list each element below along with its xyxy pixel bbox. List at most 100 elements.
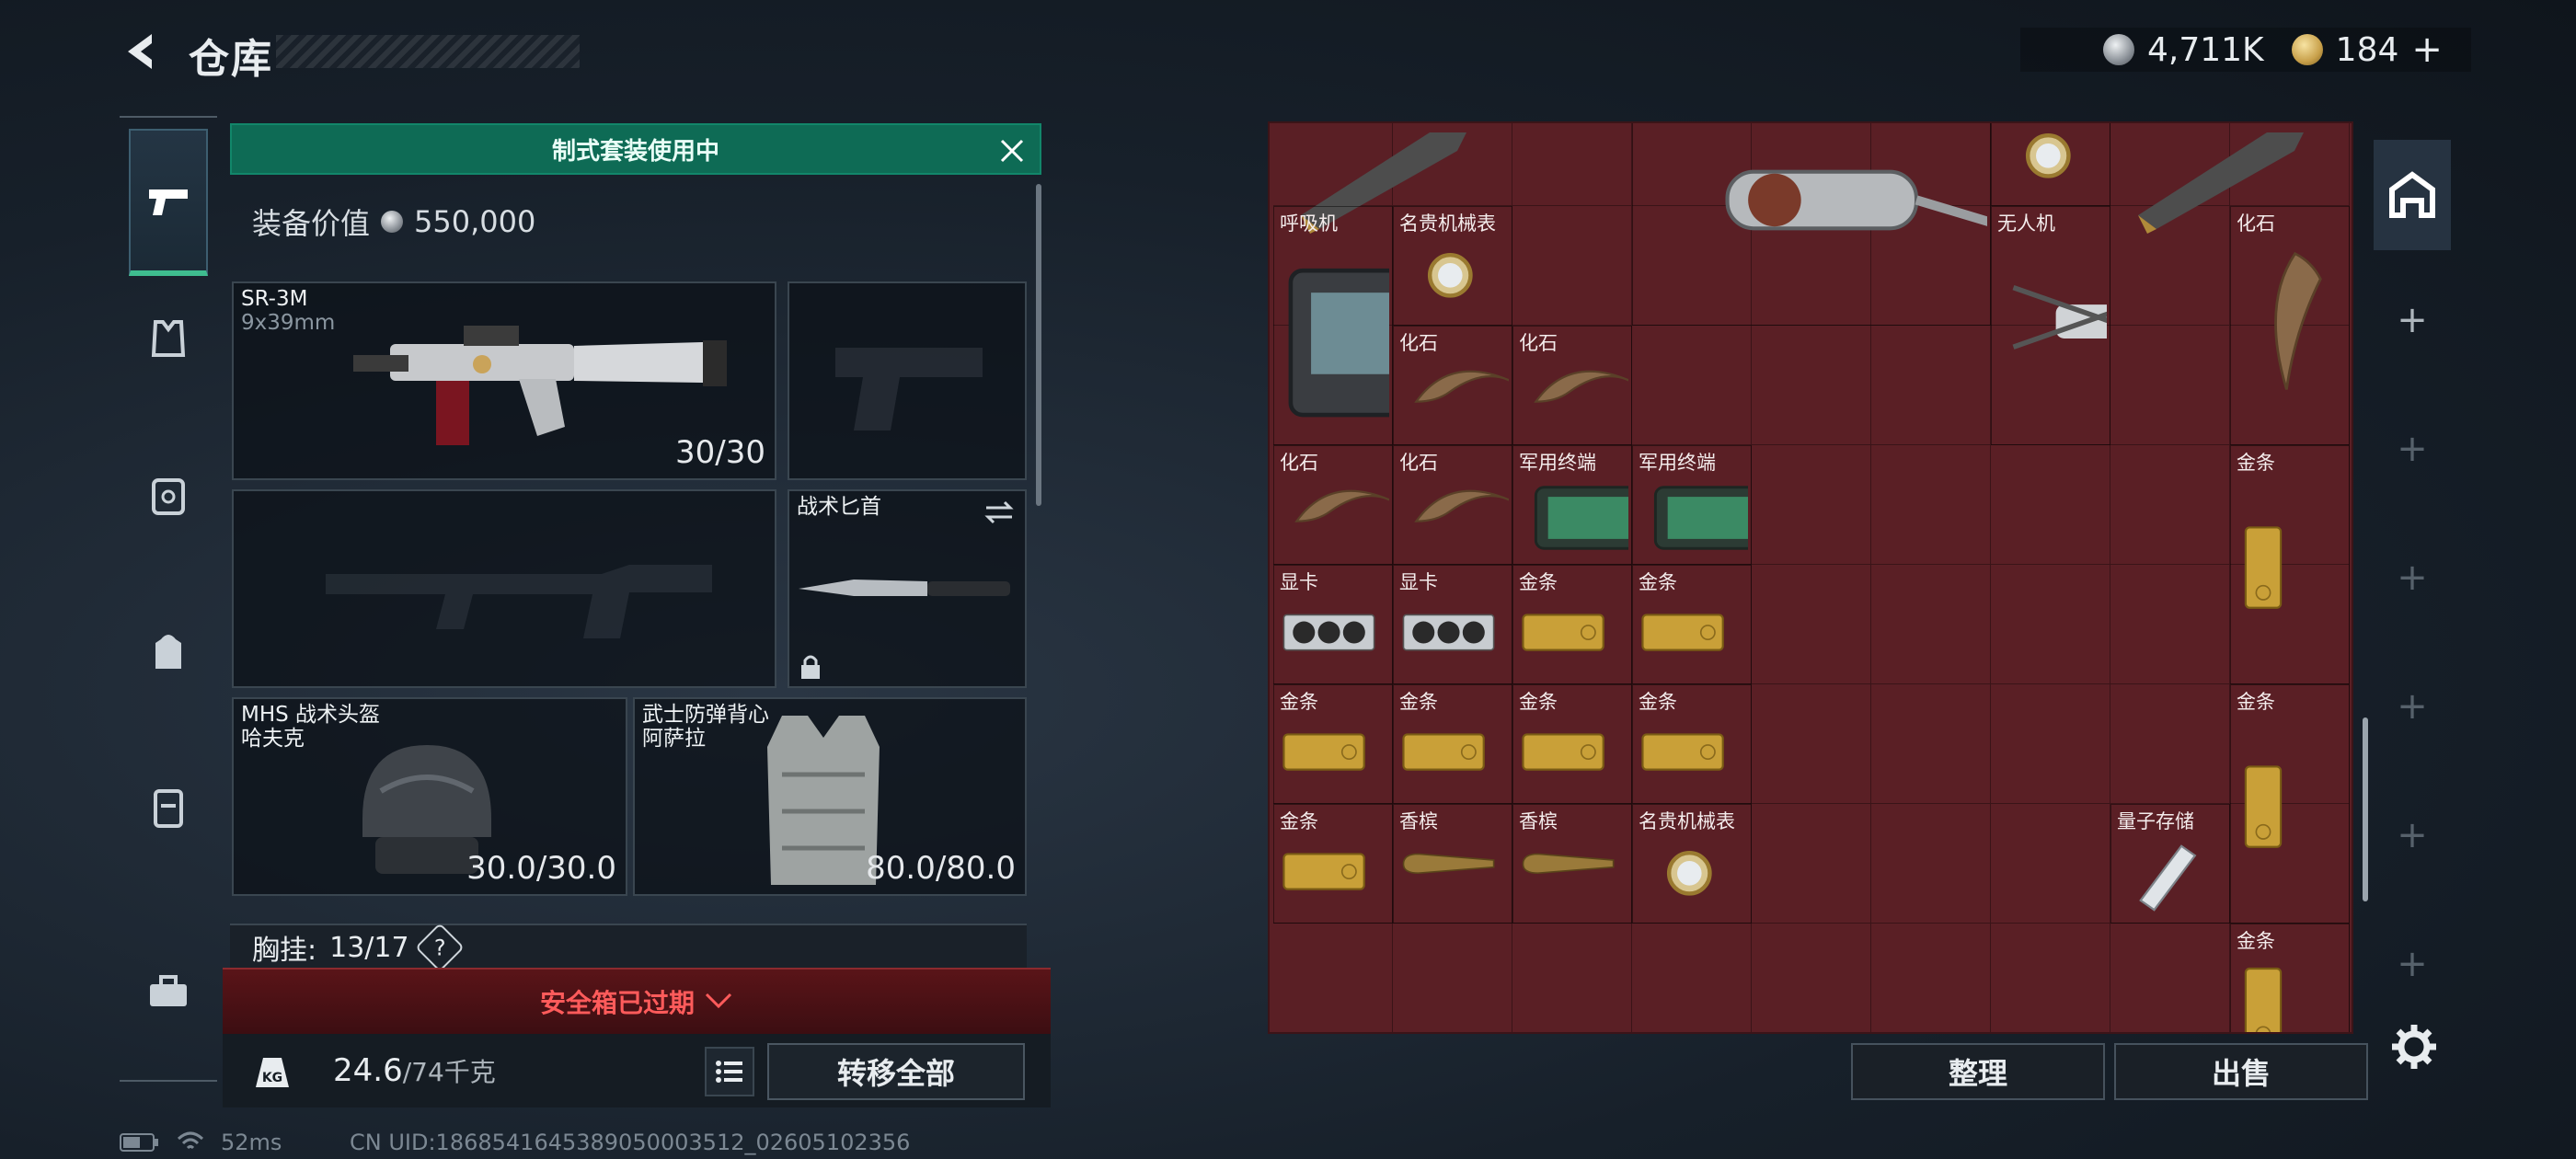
stash-page-add-2[interactable]: + — [2374, 394, 2451, 504]
equip-value: 装备价值 550,000 — [252, 201, 535, 243]
stash-cell[interactable] — [1752, 924, 1871, 1032]
swap-icon[interactable] — [983, 499, 1016, 526]
melee-slot[interactable]: 战术匕首 — [788, 489, 1027, 688]
stash-cell[interactable] — [1991, 445, 2110, 565]
stash-item[interactable]: 名贵机械表 — [1393, 206, 1512, 326]
stash-cell[interactable] — [1871, 565, 1991, 684]
help-button[interactable]: ? — [414, 923, 465, 972]
stash-cell[interactable] — [1512, 123, 1632, 206]
stash-item[interactable]: 化石 — [2230, 206, 2350, 445]
stash-cell[interactable] — [2110, 565, 2230, 684]
gold-amount: 184 — [2335, 30, 2399, 69]
stash-cell[interactable] — [1991, 684, 2110, 804]
gold-icon — [1282, 853, 1365, 890]
stash-item[interactable]: 显卡 — [1273, 565, 1393, 684]
stash-cell[interactable] — [2110, 326, 2230, 445]
stash-item[interactable]: 金条 — [1632, 684, 1752, 804]
plus-icon: + — [2397, 943, 2428, 985]
stash-scrollbar[interactable] — [2363, 717, 2368, 901]
stash-cell[interactable] — [1991, 804, 2110, 924]
stash-cell[interactable] — [2110, 684, 2230, 804]
stash-item[interactable]: 军用终端 — [1512, 445, 1632, 565]
stash-cell[interactable] — [1512, 924, 1632, 1032]
stash-cell[interactable] — [1871, 326, 1991, 445]
nav-firearm[interactable] — [129, 129, 208, 276]
secondary-primary-slot[interactable] — [232, 489, 776, 688]
stash-page-main[interactable] — [2374, 140, 2451, 250]
sort-button[interactable]: 整理 — [1851, 1043, 2105, 1100]
stash-page-add-1[interactable]: + — [2374, 265, 2451, 375]
stash-cell[interactable] — [1752, 804, 1871, 924]
stash-item[interactable]: 显卡 — [1393, 565, 1512, 684]
stash-item[interactable]: 呼吸机 — [1273, 206, 1393, 445]
uid-text: CN UID:1868541645389050003512_0260510235… — [350, 1130, 911, 1155]
stash-item-label: 显卡 — [1399, 571, 1438, 593]
stash-item[interactable]: 化石 — [1273, 445, 1393, 565]
stash-cell[interactable] — [1393, 924, 1512, 1032]
nav-safebox[interactable] — [129, 458, 208, 532]
stash-item[interactable]: 金条 — [2230, 684, 2350, 924]
transfer-all-button[interactable]: 转移全部 — [767, 1043, 1025, 1100]
stash-item[interactable]: 金条 — [2230, 924, 2350, 1032]
helmet-slot[interactable]: MHS 战术头盔 哈夫克 30.0/30.0 — [232, 697, 627, 896]
stash-item[interactable]: 化石 — [1393, 326, 1512, 445]
stash-cell[interactable] — [1871, 684, 1991, 804]
stash-item[interactable]: 金条 — [1512, 684, 1632, 804]
stash-cell[interactable] — [1991, 924, 2110, 1032]
tactical-knife-icon — [799, 580, 1010, 596]
chest-rig-row[interactable]: 胸挂: 13/17 ? — [230, 923, 1027, 972]
secondary-weapon-slot[interactable] — [788, 281, 1027, 480]
stash-cell[interactable] — [1752, 326, 1871, 445]
stash-cell[interactable] — [1991, 565, 2110, 684]
loadout-scrollbar[interactable] — [1036, 184, 1041, 506]
stash-cell[interactable] — [1871, 924, 1991, 1032]
stash-item[interactable]: 金条 — [1273, 804, 1393, 924]
settings-button[interactable] — [2388, 1021, 2440, 1073]
add-currency-button[interactable]: + — [2411, 29, 2443, 71]
stash-item[interactable]: 化石 — [1512, 326, 1632, 445]
stash-cell[interactable] — [1752, 445, 1871, 565]
stash-item[interactable]: 名贵机械表 — [1632, 804, 1752, 924]
stash-item[interactable]: 化石 — [1393, 445, 1512, 565]
stash-page-add-5[interactable]: + — [2374, 780, 2451, 890]
primary-weapon-caliber: 9x39mm — [241, 311, 336, 335]
stash-page-add-3[interactable]: + — [2374, 522, 2451, 633]
nav-toolbox[interactable] — [129, 955, 208, 1028]
nav-chest-rig[interactable] — [129, 771, 208, 844]
stash-cell[interactable] — [1632, 326, 1752, 445]
stash-cell[interactable] — [1273, 924, 1393, 1032]
nav-backpack[interactable] — [129, 614, 208, 688]
stash-item[interactable]: 军用终端 — [1632, 445, 1752, 565]
sell-button[interactable]: 出售 — [2114, 1043, 2368, 1100]
stash-cell[interactable] — [1871, 445, 1991, 565]
nav-armor[interactable] — [129, 302, 208, 375]
stash-cell[interactable] — [2110, 924, 2230, 1032]
stash-item[interactable]: 金条 — [1512, 565, 1632, 684]
stash-cell[interactable] — [1752, 565, 1871, 684]
stash-cell[interactable] — [1512, 206, 1632, 326]
stash-cell[interactable] — [1632, 924, 1752, 1032]
stash-item[interactable]: 无人机 — [1991, 206, 2110, 445]
primary-weapon-slot[interactable]: SR-3M 9x39mm 30/30 — [232, 281, 776, 480]
equip-value-amount: 550,000 — [414, 204, 536, 239]
banner-close-button[interactable] — [994, 132, 1030, 169]
stash-page-add-4[interactable]: + — [2374, 651, 2451, 762]
stash-cell[interactable] — [2110, 445, 2230, 565]
stash-cell[interactable] — [1871, 804, 1991, 924]
gpu-icon — [1282, 614, 1375, 651]
stash-item[interactable]: 强力吸尘器 — [1632, 123, 1991, 326]
stash-item[interactable]: 金条 — [1273, 684, 1393, 804]
list-view-button[interactable] — [705, 1047, 754, 1096]
stash-item[interactable]: 金条 — [1393, 684, 1512, 804]
stash-item[interactable]: 量子存储 — [2110, 804, 2230, 924]
stash-item[interactable]: 金条 — [2230, 445, 2350, 684]
stash-item[interactable]: 香槟 — [1393, 804, 1512, 924]
stash-item[interactable]: 金条 — [1632, 565, 1752, 684]
stash-item[interactable]: 香槟 — [1512, 804, 1632, 924]
back-button[interactable] — [118, 28, 166, 75]
stash-page-add-6[interactable]: + — [2374, 909, 2451, 1019]
stash-item[interactable]: 名贵机械表 — [1991, 123, 2110, 206]
vest-slot[interactable]: 武士防弹背心 阿萨拉 80.0/80.0 — [633, 697, 1027, 896]
safebox-expired-bar[interactable]: 安全箱已过期 — [223, 968, 1051, 1034]
stash-cell[interactable] — [1752, 684, 1871, 804]
